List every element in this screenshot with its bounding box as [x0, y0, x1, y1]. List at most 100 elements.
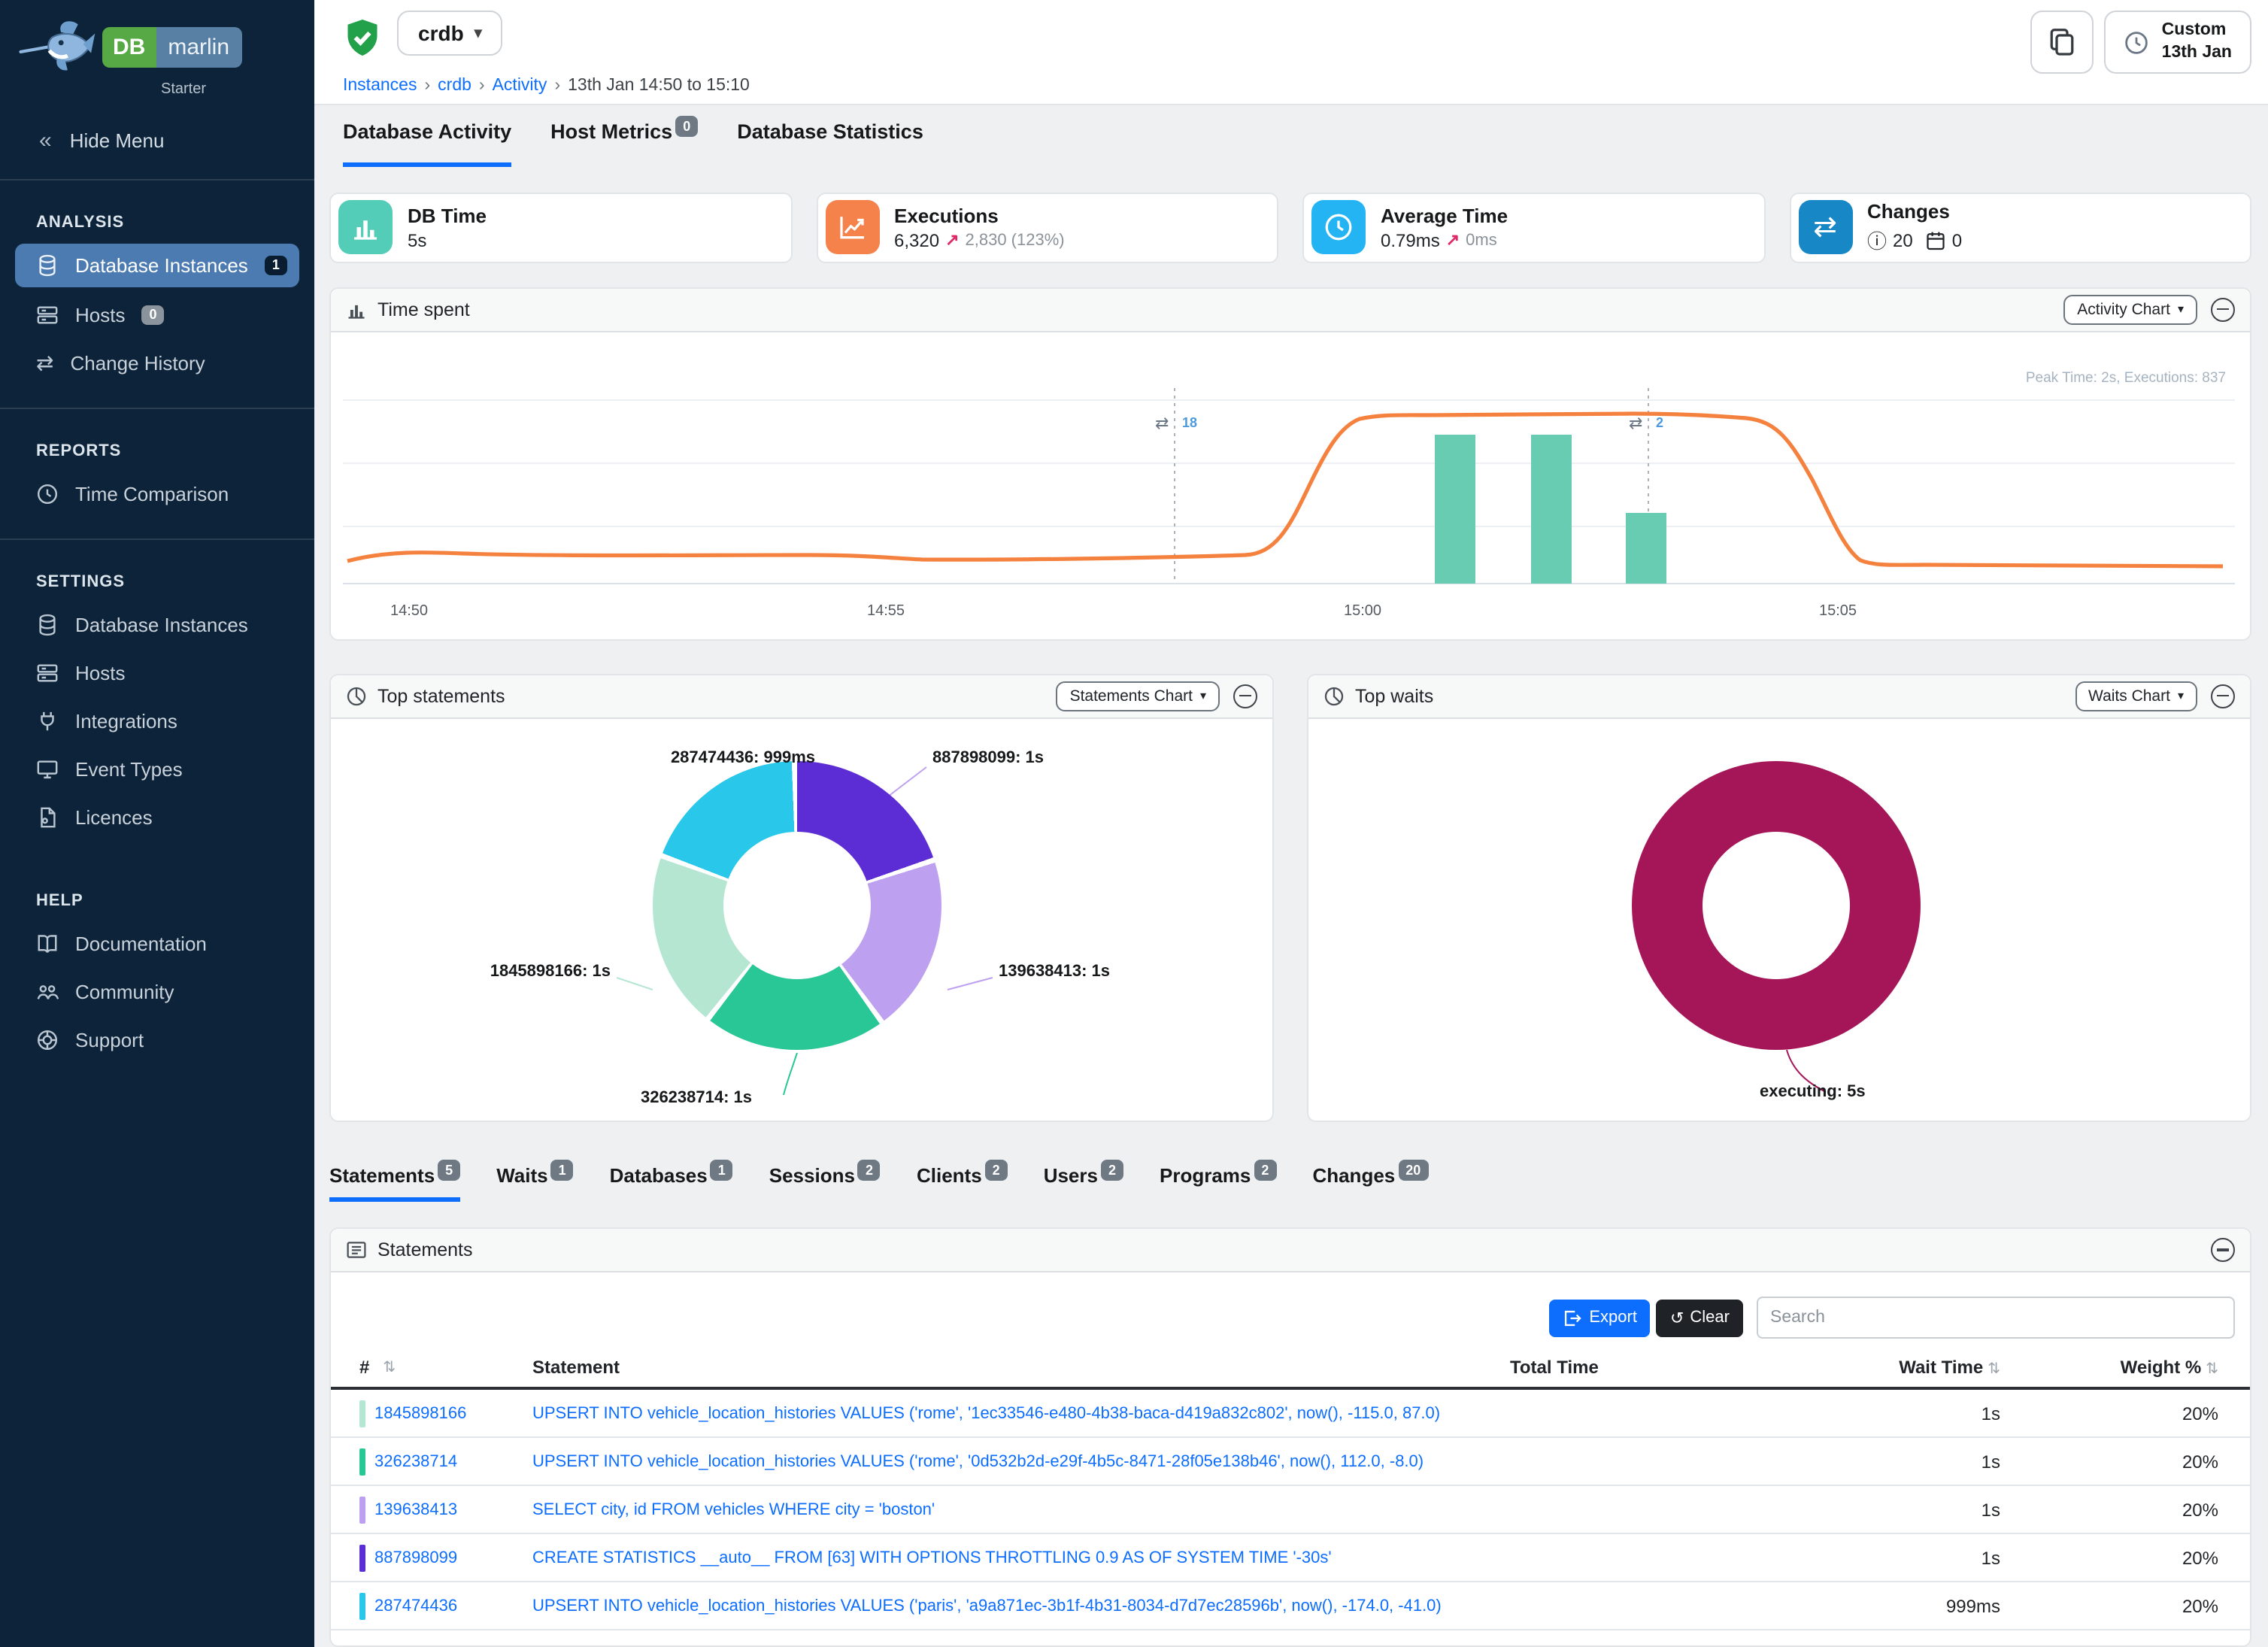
executions-bar[interactable] [1531, 435, 1572, 584]
waits-chart-selector[interactable]: Waits Chart ▾ [2075, 681, 2197, 711]
peak-note: Peak Time: 2s, Executions: 837 [2026, 370, 2226, 387]
clear-button[interactable]: ↺ Clear [1657, 1299, 1743, 1336]
tab-host-metrics[interactable]: Host Metrics0 [550, 120, 698, 167]
trend-value: 0ms [1466, 232, 1497, 250]
card-title: Executions [894, 205, 1065, 227]
donut-label[interactable]: 887898099: 1s [932, 749, 1044, 767]
count-badge: 0 [675, 116, 698, 137]
tab-sessions[interactable]: Sessions2 [769, 1164, 881, 1202]
sort-icon[interactable]: ⇅ [1988, 1361, 2000, 1378]
donut-label[interactable]: 287474436: 999ms [556, 749, 815, 767]
tab-users[interactable]: Users2 [1044, 1164, 1123, 1202]
col-statement[interactable]: Statement [532, 1357, 1510, 1378]
sort-icon[interactable]: ⇅ [383, 1359, 396, 1376]
table-row: 287474436 UPSERT INTO vehicle_location_h… [331, 1582, 2250, 1630]
sidebar-item-label: Database Instances [75, 613, 248, 635]
time-range-button[interactable]: Custom 13th Jan [2105, 11, 2251, 74]
statement-sql-link[interactable]: CREATE STATISTICS __auto__ FROM [63] WIT… [532, 1548, 1332, 1567]
donut-label[interactable]: 326238714: 1s [599, 1089, 794, 1107]
export-button[interactable]: Export [1548, 1299, 1651, 1336]
weight-value: 20% [2000, 1403, 2218, 1424]
sidebar-item-support[interactable]: Support [0, 1015, 314, 1063]
chevrons-left-icon: « [39, 127, 52, 153]
tab-statements[interactable]: Statements5 [329, 1164, 460, 1202]
statement-id-link[interactable]: 887898099 [374, 1548, 457, 1567]
sidebar-item-settings-hosts[interactable]: Hosts [0, 648, 314, 696]
tab-label: Host Metrics [550, 120, 672, 143]
statement-id-link[interactable]: 139638413 [374, 1500, 457, 1518]
metric-cards: DB Time 5s Executions 6,320 ↗ 2,830 (123… [329, 193, 2251, 263]
copy-icon [2048, 27, 2078, 57]
tab-database-statistics[interactable]: Database Statistics [737, 120, 923, 167]
table-row: 887898099 CREATE STATISTICS __auto__ FRO… [331, 1534, 2250, 1582]
copy-link-button[interactable] [2031, 11, 2094, 74]
col-total-time[interactable]: Total Time [1510, 1357, 1690, 1378]
breadcrumb-instances[interactable]: Instances [343, 77, 417, 95]
statements-chart-selector[interactable]: Statements Chart ▾ [1057, 681, 1220, 711]
statement-sql-link[interactable]: SELECT city, id FROM vehicles WHERE city… [532, 1500, 935, 1518]
sidebar-item-time-comparison[interactable]: Time Comparison [0, 469, 314, 517]
collapse-panel-icon[interactable] [2211, 298, 2235, 322]
sidebar-item-settings-database-instances[interactable]: Database Instances [0, 600, 314, 648]
search-input[interactable] [1757, 1297, 2235, 1339]
sidebar-item-event-types[interactable]: Event Types [0, 745, 314, 793]
top-waits-panel: Top waits Waits Chart ▾ executing: 5s [1307, 674, 2251, 1122]
hide-menu-button[interactable]: « Hide Menu [0, 122, 314, 158]
sidebar-item-hosts[interactable]: Hosts 0 [0, 290, 314, 338]
activity-line-chart[interactable]: ⇄ 18 ⇄ 2 14:50 14:55 15:00 15:05 [343, 335, 2235, 633]
donut-label[interactable]: 139638413: 1s [999, 963, 1110, 981]
executions-bar[interactable] [1435, 435, 1475, 584]
sidebar-item-change-history[interactable]: ⇄ Change History [0, 338, 314, 387]
sidebar-item-licences[interactable]: Licences [0, 793, 314, 841]
table-row: 139638413 SELECT city, id FROM vehicles … [331, 1486, 2250, 1534]
sidebar-item-integrations[interactable]: Integrations [0, 696, 314, 745]
activity-chart-selector[interactable]: Activity Chart ▾ [2063, 295, 2197, 325]
tab-clients[interactable]: Clients2 [917, 1164, 1008, 1202]
change-marker-count[interactable]: 18 [1182, 415, 1197, 430]
tab-waits[interactable]: Waits1 [496, 1164, 573, 1202]
count-badge: 1 [551, 1160, 574, 1181]
tab-changes[interactable]: Changes20 [1312, 1164, 1428, 1202]
sidebar-item-documentation[interactable]: Documentation [0, 919, 314, 967]
executions-bar[interactable] [1626, 513, 1666, 584]
statement-sql-link[interactable]: UPSERT INTO vehicle_location_histories V… [532, 1404, 1440, 1422]
statement-id-link[interactable]: 326238714 [374, 1452, 457, 1470]
info-change-count: 20 [1893, 230, 1913, 251]
tab-database-activity[interactable]: Database Activity [343, 120, 511, 167]
donut-label[interactable]: executing: 5s [1760, 1083, 1866, 1101]
collapse-panel-icon[interactable] [2211, 684, 2235, 708]
collapse-panel-icon[interactable] [1233, 684, 1257, 708]
donut-label[interactable]: 1845898166: 1s [391, 963, 611, 981]
waits-donut-chart[interactable] [1632, 761, 1921, 1050]
statement-id-link[interactable]: 1845898166 [374, 1404, 466, 1422]
tab-label: Statements [329, 1164, 435, 1187]
tab-programs[interactable]: Programs2 [1160, 1164, 1276, 1202]
table-row: 1845898166 UPSERT INTO vehicle_location_… [331, 1390, 2250, 1438]
breadcrumb-sep: › [554, 77, 560, 95]
breadcrumb-crdb[interactable]: crdb [438, 77, 471, 95]
plug-icon [36, 709, 59, 732]
instance-selector[interactable]: crdb ▾ [397, 11, 503, 56]
x-tick: 15:00 [1344, 602, 1381, 619]
tab-label: Changes [1312, 1164, 1395, 1187]
col-wait-time[interactable]: Wait Time [1899, 1357, 1983, 1378]
card-value: 5s [408, 230, 426, 251]
statement-sql-link[interactable]: UPSERT INTO vehicle_location_histories V… [532, 1452, 1424, 1470]
sidebar-item-database-instances[interactable]: Database Instances 1 [15, 244, 299, 287]
col-weight[interactable]: Weight % [2121, 1357, 2202, 1378]
statements-donut-chart[interactable] [653, 761, 941, 1050]
database-icon [36, 613, 59, 635]
pie-chart-icon [346, 686, 367, 707]
breadcrumb-activity[interactable]: Activity [493, 77, 547, 95]
tab-databases[interactable]: Databases1 [610, 1164, 733, 1202]
col-num[interactable]: # [359, 1357, 369, 1378]
hide-menu-label: Hide Menu [70, 129, 165, 151]
sort-icon[interactable]: ⇅ [2206, 1361, 2218, 1378]
sidebar-item-community[interactable]: Community [0, 967, 314, 1015]
change-marker-count[interactable]: 2 [1656, 415, 1663, 430]
sidebar: DBmarlin Starter « Hide Menu ANALYSIS Da… [0, 0, 314, 1647]
collapse-panel-icon[interactable] [2211, 1238, 2235, 1262]
x-tick: 14:50 [390, 602, 428, 619]
statement-id-link[interactable]: 287474436 [374, 1597, 457, 1615]
statement-sql-link[interactable]: UPSERT INTO vehicle_location_histories V… [532, 1597, 1442, 1615]
